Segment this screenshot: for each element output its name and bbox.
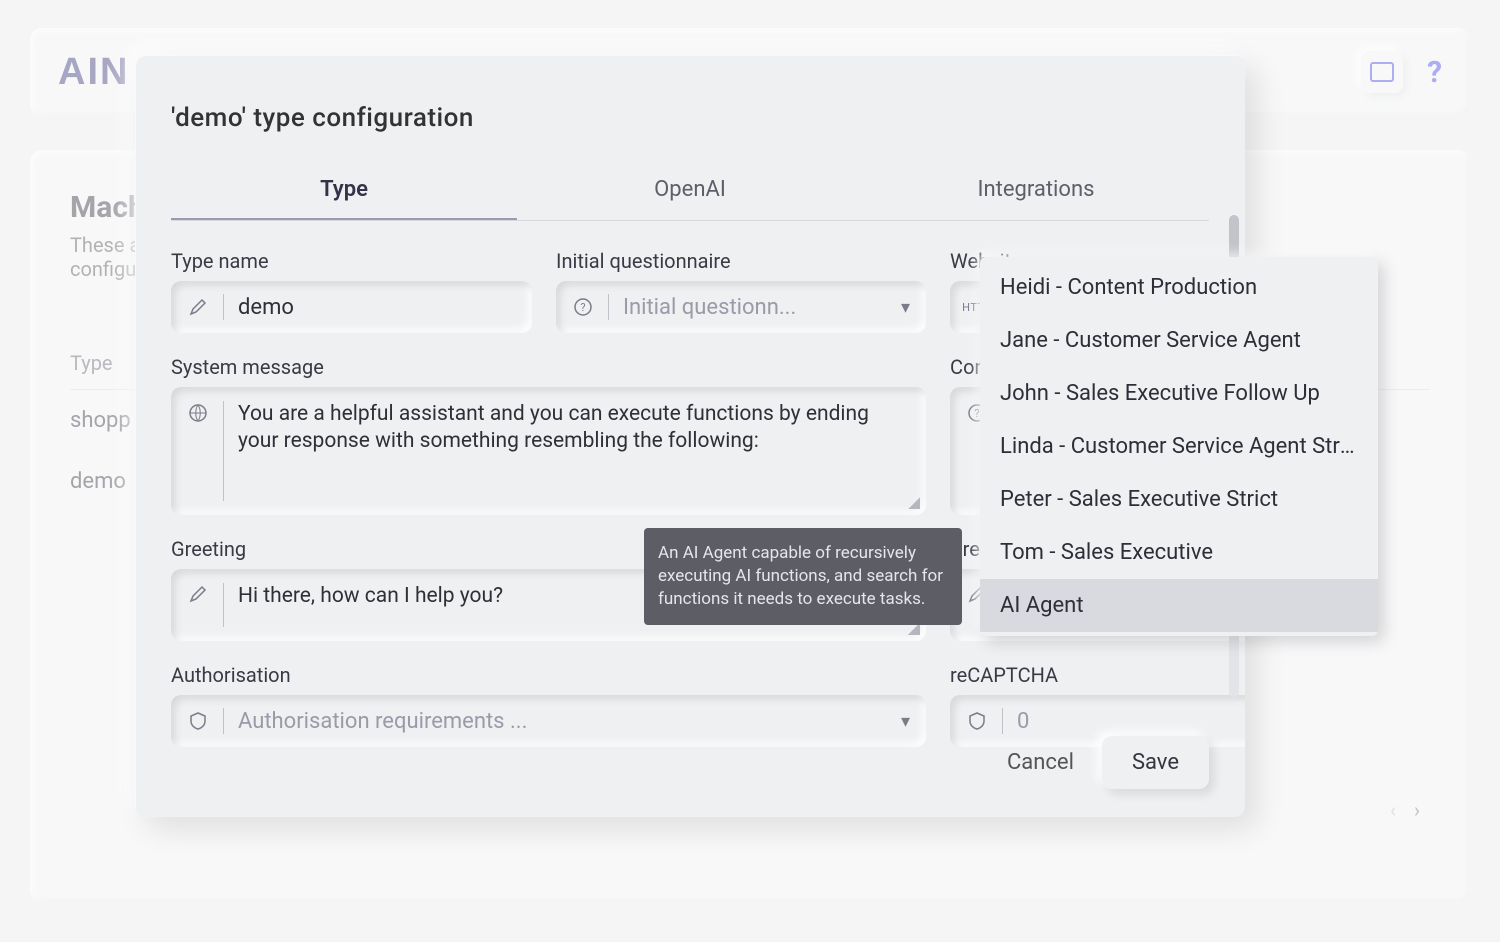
initial-q-field[interactable]: ? ▾ <box>556 281 926 333</box>
label-initial-q: Initial questionnaire <box>556 249 926 273</box>
chevron-down-icon: ▾ <box>901 711 910 732</box>
flavor-dropdown: Heidi - Content Production Jane - Custom… <box>980 257 1378 636</box>
flavor-option[interactable]: Jane - Customer Service Agent <box>980 314 1378 367</box>
pencil-icon <box>187 298 209 316</box>
system-message-field[interactable] <box>171 387 926 515</box>
pencil-icon <box>187 583 209 627</box>
modal-title: 'demo' type configuration <box>171 103 1209 133</box>
svg-text:?: ? <box>580 301 585 314</box>
authorisation-input[interactable] <box>238 709 901 734</box>
tab-integrations[interactable]: Integrations <box>863 161 1209 220</box>
question-circle-icon: ? <box>572 297 594 317</box>
label-system-message: System message <box>171 355 926 379</box>
modal-tabs: Type OpenAI Integrations <box>171 161 1209 221</box>
resize-handle[interactable] <box>908 497 920 509</box>
flavor-option-selected[interactable]: AI Agent <box>980 579 1378 632</box>
label-recaptcha: reCAPTCHA <box>950 663 1245 687</box>
type-name-field[interactable] <box>171 281 532 333</box>
type-name-input[interactable] <box>238 295 516 320</box>
system-message-input[interactable] <box>238 401 910 501</box>
label-authorisation: Authorisation <box>171 663 926 687</box>
flavor-option[interactable]: Peter - Sales Executive Strict <box>980 473 1378 526</box>
modal-actions: Cancel Save <box>1007 736 1209 789</box>
globe-icon <box>187 401 209 501</box>
tab-type[interactable]: Type <box>171 161 517 220</box>
label-type-name: Type name <box>171 249 532 273</box>
flavor-option[interactable]: Heidi - Content Production <box>980 261 1378 314</box>
flavor-option[interactable]: Tom - Sales Executive <box>980 526 1378 579</box>
save-button[interactable]: Save <box>1102 736 1209 789</box>
authorisation-field[interactable]: ▾ <box>171 695 926 747</box>
flavor-tooltip: An AI Agent capable of recursively execu… <box>644 528 962 625</box>
shield-icon <box>187 711 209 731</box>
flavor-option[interactable]: John - Sales Executive Follow Up <box>980 367 1378 420</box>
initial-q-input[interactable] <box>623 295 901 320</box>
cancel-button[interactable]: Cancel <box>1007 750 1074 775</box>
svg-text:?: ? <box>974 407 979 420</box>
tab-openai[interactable]: OpenAI <box>517 161 863 220</box>
recaptcha-input[interactable] <box>1017 709 1245 734</box>
chevron-down-icon: ▾ <box>901 297 910 318</box>
shield-icon <box>966 711 988 731</box>
flavor-option[interactable]: Linda - Customer Service Agent Strict <box>980 420 1378 473</box>
